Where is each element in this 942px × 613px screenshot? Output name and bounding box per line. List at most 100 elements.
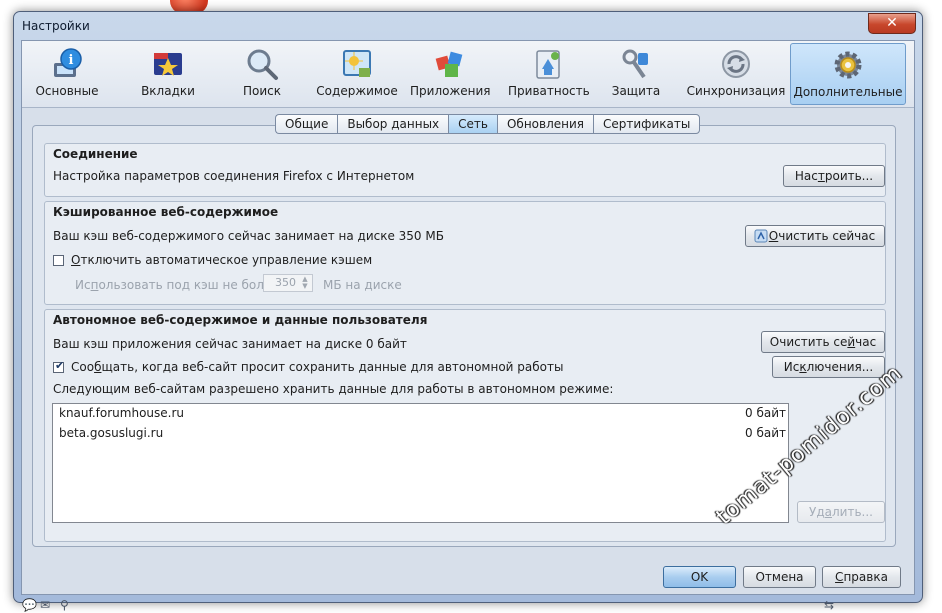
- cache-limit-unit: МБ на диске: [323, 278, 402, 292]
- label-part: лючения...: [806, 360, 874, 374]
- site-size: 0 байт: [745, 406, 786, 420]
- label-part: чистить сейчас: [778, 229, 876, 243]
- cancel-button[interactable]: Отмена: [743, 566, 816, 588]
- remove-site-button[interactable]: Удалить...: [797, 501, 885, 523]
- pane-tabs[interactable]: Вкладки: [130, 43, 206, 103]
- general-icon: i: [54, 48, 82, 77]
- tab-data-choices[interactable]: Выбор данных: [337, 114, 449, 134]
- checkmark-icon: ✔: [55, 359, 65, 372]
- label-part: лить...: [831, 505, 873, 519]
- pane-label: Вкладки: [141, 84, 195, 98]
- search-icon: [247, 49, 278, 80]
- label-part: щать, когда веб-сайт просит сохранить да…: [101, 360, 564, 374]
- cache-limit-label: Использовать под кэш не более: [75, 278, 279, 292]
- security-icon: [622, 49, 648, 79]
- pane-applications[interactable]: Приложения: [410, 43, 491, 103]
- connection-settings-button[interactable]: Настроить...: [783, 165, 885, 187]
- pane-label: Поиск: [242, 84, 281, 98]
- offline-notify-label: Сообщать, когда веб-сайт просит сохранит…: [71, 360, 563, 374]
- pane-label: Синхронизация: [686, 84, 786, 98]
- accesskey: й: [847, 335, 856, 349]
- site-host: beta.gosuslugi.ru: [59, 426, 164, 440]
- label-part: правка: [843, 570, 888, 584]
- sync-icon: [722, 50, 750, 78]
- cache-size-value: 350: [275, 276, 296, 289]
- applications-icon: [435, 51, 463, 77]
- site-size: 0 байт: [745, 426, 786, 440]
- pane-content[interactable]: Содержимое: [316, 43, 398, 103]
- offline-allowed-label: Следующим веб-сайтам разрешено хранить д…: [53, 382, 614, 396]
- cache-usage-text: Ваш кэш веб-содержимого сейчас занимает …: [53, 229, 444, 243]
- tab-general[interactable]: Общие: [275, 114, 338, 134]
- advanced-tabs: Общие Выбор данных Сеть Обновления Серти…: [275, 114, 701, 134]
- close-button[interactable]: ✕: [868, 13, 916, 34]
- pane-privacy[interactable]: Приватность: [508, 43, 590, 103]
- label-part: тключить автоматическое управление кэшем: [80, 253, 373, 267]
- offline-title: Автономное веб-содержимое и данные польз…: [53, 313, 428, 327]
- label-part: Очистить се: [769, 335, 848, 349]
- override-cache-checkbox[interactable]: [53, 255, 64, 266]
- pane-label: Приложения: [410, 84, 491, 98]
- sync-icon[interactable]: ⇆: [824, 598, 834, 612]
- site-host: knauf.forumhouse.ru: [59, 406, 185, 420]
- label-part: час: [855, 335, 877, 349]
- ok-button[interactable]: OK: [663, 566, 736, 588]
- override-cache-label: Отключить автоматическое управление кэше…: [71, 253, 372, 267]
- preferences-toolbar: i Основные Вкладки Поиск Содержимое Прил…: [22, 41, 914, 108]
- content-icon: [343, 50, 371, 77]
- pane-label: Дополнительные: [793, 85, 903, 99]
- broom-icon: [754, 229, 768, 243]
- offline-sites-list[interactable]: knauf.forumhouse.ru 0 байт beta.gosuslug…: [52, 403, 789, 523]
- label-part: Нас: [794, 169, 818, 183]
- settings-window: Настройки ✕ i Основные Вкладки Поиск Сод…: [13, 11, 923, 603]
- clear-cache-button[interactable]: Очистить сейчас: [745, 225, 885, 247]
- connection-group: Соединение Настройка параметров соединен…: [44, 143, 886, 197]
- cache-title: Кэшированное веб-содержимое: [53, 205, 279, 219]
- pane-label: Защита: [611, 84, 661, 98]
- label-part: роить...: [824, 169, 874, 183]
- accesskey: т: [817, 169, 825, 183]
- clear-offline-button[interactable]: Очистить сейчас: [761, 331, 885, 353]
- accesskey: а: [824, 505, 832, 519]
- accesskey: к: [799, 360, 807, 374]
- window-title: Настройки: [22, 19, 90, 33]
- window-client: i Основные Вкладки Поиск Содержимое Прил…: [21, 40, 915, 595]
- pane-label: Приватность: [508, 84, 590, 98]
- pane-advanced[interactable]: Дополнительные: [790, 43, 906, 105]
- connection-title: Соединение: [53, 147, 138, 161]
- privacy-icon: [536, 50, 560, 79]
- svg-text:i: i: [69, 53, 74, 68]
- pin-icon[interactable]: ⚲: [60, 598, 69, 612]
- chat-icon[interactable]: 💬: [22, 598, 37, 612]
- tab-certificates[interactable]: Сертификаты: [593, 114, 701, 134]
- tab-updates[interactable]: Обновления: [496, 114, 594, 134]
- offline-group: Автономное веб-содержимое и данные польз…: [44, 309, 886, 542]
- taskbar-strip: 💬 ✉ ⚲ ⇆: [0, 598, 942, 613]
- pane-label: Основные: [35, 84, 99, 98]
- accesskey: О: [768, 229, 779, 243]
- list-item[interactable]: knauf.forumhouse.ru 0 байт: [53, 404, 788, 424]
- pane-search[interactable]: Поиск: [234, 43, 290, 103]
- label-part: Соо: [71, 360, 95, 374]
- list-item[interactable]: beta.gosuslugi.ru 0 байт: [53, 424, 788, 444]
- cache-group: Кэшированное веб-содержимое Ваш кэш веб-…: [44, 201, 886, 305]
- label-part: Уд: [809, 505, 825, 519]
- offline-notify-checkbox[interactable]: ✔: [53, 359, 65, 373]
- spinner-arrows-icon[interactable]: ▲ ▼: [299, 276, 311, 290]
- help-button[interactable]: Справка: [822, 566, 901, 588]
- pane-sync[interactable]: Синхронизация: [686, 43, 786, 103]
- offline-usage-text: Ваш кэш приложения сейчас занимает на ди…: [53, 337, 407, 351]
- offline-exceptions-button[interactable]: Исключения...: [772, 356, 885, 378]
- advanced-icon: [834, 51, 862, 79]
- pane-general[interactable]: i Основные: [30, 43, 104, 103]
- cache-size-spinner[interactable]: 350 ▲ ▼: [263, 274, 313, 292]
- pane-label: Содержимое: [316, 84, 398, 98]
- tab-network[interactable]: Сеть: [448, 114, 497, 134]
- connection-description: Настройка параметров соединения Firefox …: [53, 169, 415, 183]
- pane-security[interactable]: Защита: [606, 43, 666, 103]
- label-part: Ис: [783, 360, 800, 374]
- label-part: Ис: [75, 278, 91, 292]
- mail-icon[interactable]: ✉: [40, 598, 50, 612]
- tabs-icon: [154, 53, 182, 76]
- label-part: ользовать под кэш не более: [98, 278, 279, 292]
